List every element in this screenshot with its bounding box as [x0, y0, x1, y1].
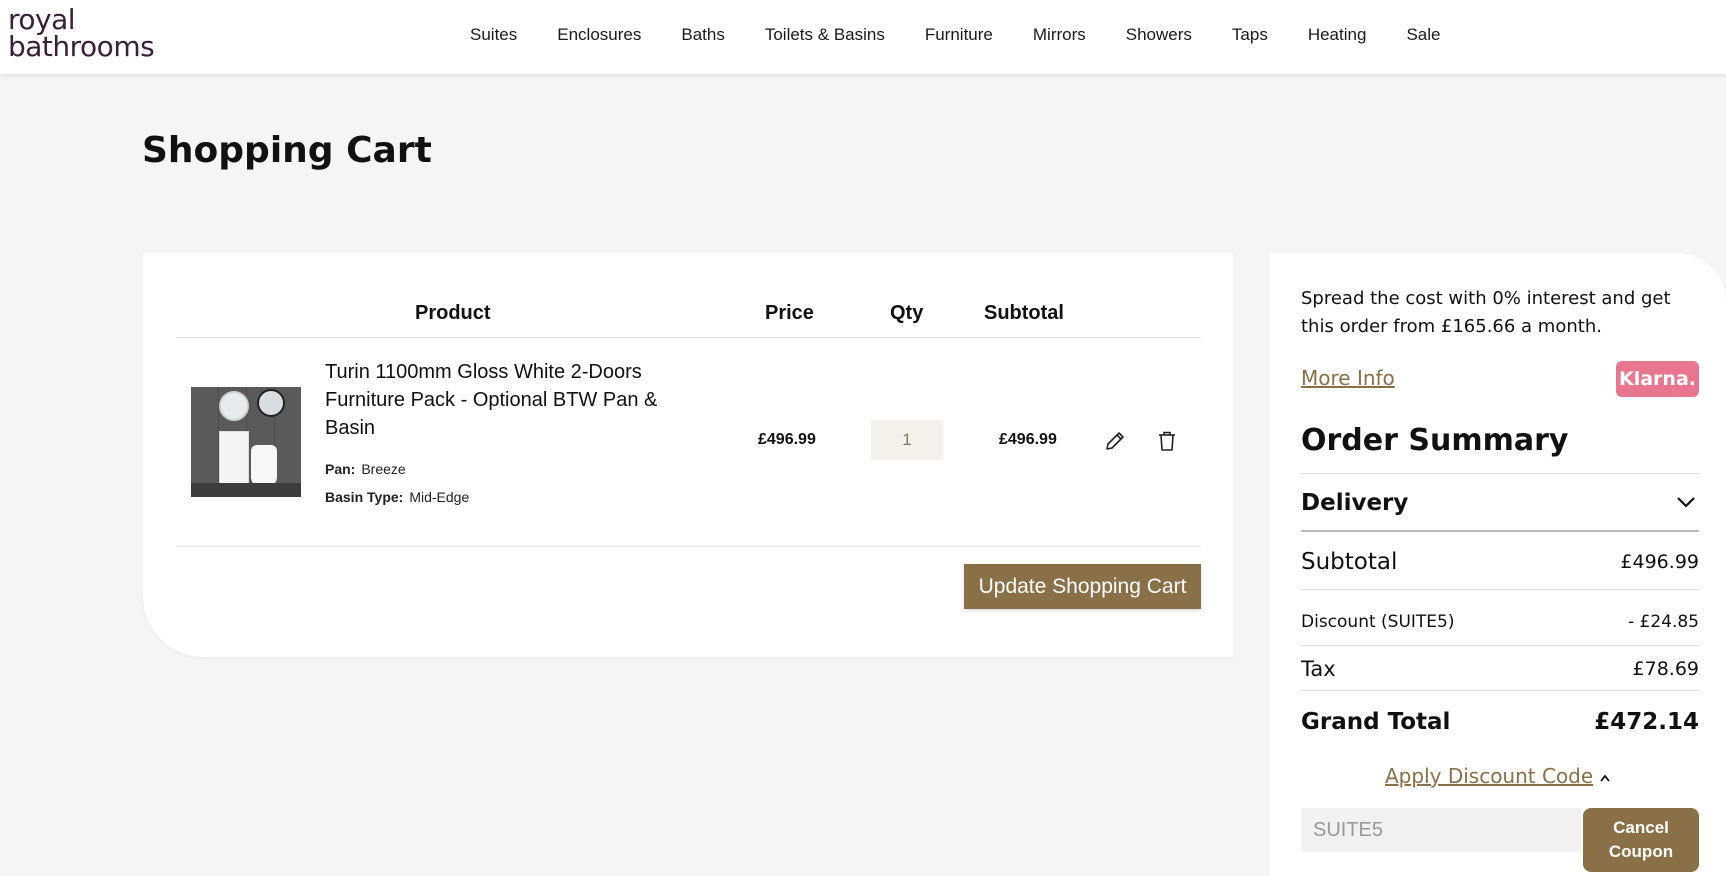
item-subtotal: £496.99 [999, 431, 1057, 448]
header-divider [176, 337, 1201, 338]
coupon-code-input[interactable] [1301, 808, 1581, 852]
nav-item-toilets-basins[interactable]: Toilets & Basins [765, 25, 885, 45]
cancel-coupon-button[interactable]: Cancel Coupon [1583, 808, 1699, 872]
klarna-logo: Klarna. [1616, 361, 1699, 397]
nav-item-enclosures[interactable]: Enclosures [557, 25, 641, 45]
grand-total-value: £472.14 [1594, 709, 1699, 735]
brand-logo-line1: royal [8, 3, 76, 36]
column-header-price: Price [765, 302, 814, 324]
trash-icon[interactable] [1155, 429, 1179, 453]
nav-item-baths[interactable]: Baths [681, 25, 724, 45]
option-value: Breeze [361, 461, 406, 477]
option-label: Pan: [325, 461, 356, 477]
summary-divider [1301, 645, 1699, 646]
brand-logo[interactable]: royal bathrooms [8, 3, 155, 63]
page-title: Shopping Cart [142, 130, 432, 171]
update-cart-button[interactable]: Update Shopping Cart [964, 564, 1201, 609]
tax-label: Tax [1301, 657, 1336, 681]
nav-item-taps[interactable]: Taps [1232, 25, 1268, 45]
quantity-input[interactable] [871, 420, 943, 460]
site-header: royal bathrooms Suites Enclosures Baths … [0, 0, 1726, 74]
tax-value: £78.69 [1632, 658, 1699, 680]
pencil-icon[interactable] [1103, 429, 1127, 453]
column-header-product: Product [415, 302, 491, 324]
summary-divider [1301, 690, 1699, 691]
apply-discount-toggle[interactable]: Apply Discount Code [1385, 764, 1593, 788]
discount-label: Discount (SUITE5) [1301, 612, 1455, 632]
brand-logo-line2: bathrooms [8, 30, 155, 63]
summary-divider [1301, 530, 1699, 532]
product-thumbnail[interactable] [191, 387, 301, 497]
delivery-toggle[interactable]: Delivery [1301, 490, 1408, 516]
nav-item-furniture[interactable]: Furniture [925, 25, 993, 45]
summary-divider [1301, 473, 1699, 474]
caret-up-icon[interactable] [1598, 772, 1612, 784]
product-option-basin-type: Basin Type: Mid-Edge [325, 489, 469, 505]
column-header-qty: Qty [890, 302, 924, 324]
subtotal-label: Subtotal [1301, 549, 1398, 575]
row-divider [176, 546, 1201, 547]
option-label: Basin Type: [325, 489, 404, 505]
chevron-down-icon[interactable] [1676, 494, 1696, 510]
discount-value: - £24.85 [1627, 612, 1699, 632]
product-option-pan: Pan: Breeze [325, 461, 406, 477]
item-price: £496.99 [758, 431, 816, 448]
nav-item-sale[interactable]: Sale [1406, 25, 1440, 45]
klarna-promo-text: Spread the cost with 0% interest and get… [1301, 288, 1671, 337]
option-value: Mid-Edge [409, 489, 470, 505]
nav-item-heating[interactable]: Heating [1308, 25, 1367, 45]
order-summary-title: Order Summary [1301, 423, 1569, 458]
main-nav: Suites Enclosures Baths Toilets & Basins… [470, 0, 1480, 70]
more-info-link[interactable]: More Info [1301, 366, 1395, 390]
subtotal-value: £496.99 [1620, 551, 1699, 573]
nav-item-showers[interactable]: Showers [1126, 25, 1192, 45]
column-header-subtotal: Subtotal [984, 302, 1064, 324]
product-name-link[interactable]: Turin 1100mm Gloss White 2-Doors Furnitu… [325, 358, 705, 442]
grand-total-label: Grand Total [1301, 709, 1451, 735]
nav-item-suites[interactable]: Suites [470, 25, 517, 45]
nav-item-mirrors[interactable]: Mirrors [1033, 25, 1086, 45]
summary-divider [1301, 589, 1699, 590]
